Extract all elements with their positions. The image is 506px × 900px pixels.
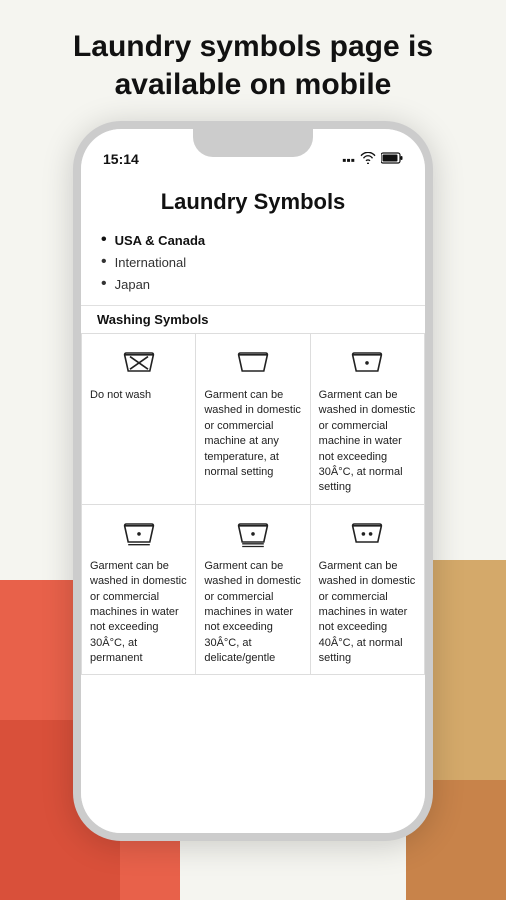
status-icons: ▪▪▪ bbox=[342, 152, 403, 167]
do-not-wash-icon bbox=[121, 344, 157, 380]
table-cell: Garment can be washed in domestic or com… bbox=[310, 334, 424, 505]
phone-notch bbox=[193, 129, 313, 157]
status-time: 15:14 bbox=[103, 151, 139, 167]
phone-content: Laundry Symbols USA & Canada Internation… bbox=[81, 173, 425, 833]
battery-icon bbox=[381, 152, 403, 167]
cell-text: Garment can be washed in domestic or com… bbox=[319, 560, 416, 664]
symbol-icon-cell bbox=[204, 344, 301, 380]
nav-item-international[interactable]: International bbox=[101, 251, 405, 273]
signal-icon: ▪▪▪ bbox=[342, 153, 355, 167]
table-cell: Garment can be washed in domestic or com… bbox=[196, 334, 310, 505]
wash-30-perm-icon bbox=[121, 515, 157, 551]
table-cell: Garment can be washed in domestic or com… bbox=[82, 504, 196, 675]
nav-label-japan: Japan bbox=[115, 277, 150, 292]
table-row: Garment can be washed in domestic or com… bbox=[82, 504, 425, 675]
cell-text: Garment can be washed in domestic or com… bbox=[204, 389, 301, 478]
nav-item-usa[interactable]: USA & Canada bbox=[101, 229, 405, 251]
nav-label-usa: USA & Canada bbox=[115, 233, 206, 248]
table-cell: Garment can be washed in domestic or com… bbox=[196, 504, 310, 675]
symbols-table: Do not wash Garment can be washed in dom… bbox=[81, 333, 425, 675]
symbol-icon-cell bbox=[90, 344, 187, 380]
cell-text: Garment can be washed in domestic or com… bbox=[204, 560, 301, 664]
wash-40-icon bbox=[349, 515, 385, 551]
symbol-icon-cell bbox=[204, 515, 301, 551]
app-title: Laundry Symbols bbox=[81, 173, 425, 229]
symbol-icon-cell bbox=[90, 515, 187, 551]
section-header: Washing Symbols bbox=[81, 305, 425, 333]
wash-30-delicate-icon bbox=[235, 515, 271, 551]
table-cell: Garment can be washed in domestic or com… bbox=[310, 504, 424, 675]
table-cell: Do not wash bbox=[82, 334, 196, 505]
wifi-icon bbox=[360, 152, 376, 167]
symbol-icon-cell bbox=[319, 344, 416, 380]
cell-text: Garment can be washed in domestic or com… bbox=[319, 389, 416, 493]
cell-text: Garment can be washed in domestic or com… bbox=[90, 560, 187, 664]
wash-any-temp-icon bbox=[235, 344, 271, 380]
symbol-icon-cell bbox=[319, 515, 416, 551]
wash-30-icon bbox=[349, 344, 385, 380]
nav-list[interactable]: USA & Canada International Japan bbox=[81, 229, 425, 305]
page-headline: Laundry symbols page is available on mob… bbox=[0, 0, 506, 121]
table-row: Do not wash Garment can be washed in dom… bbox=[82, 334, 425, 505]
nav-label-international: International bbox=[115, 255, 187, 270]
nav-item-japan[interactable]: Japan bbox=[101, 273, 405, 295]
cell-text: Do not wash bbox=[90, 389, 151, 401]
phone-frame: 15:14 ▪▪▪ Laundry Symbols bbox=[73, 121, 433, 841]
